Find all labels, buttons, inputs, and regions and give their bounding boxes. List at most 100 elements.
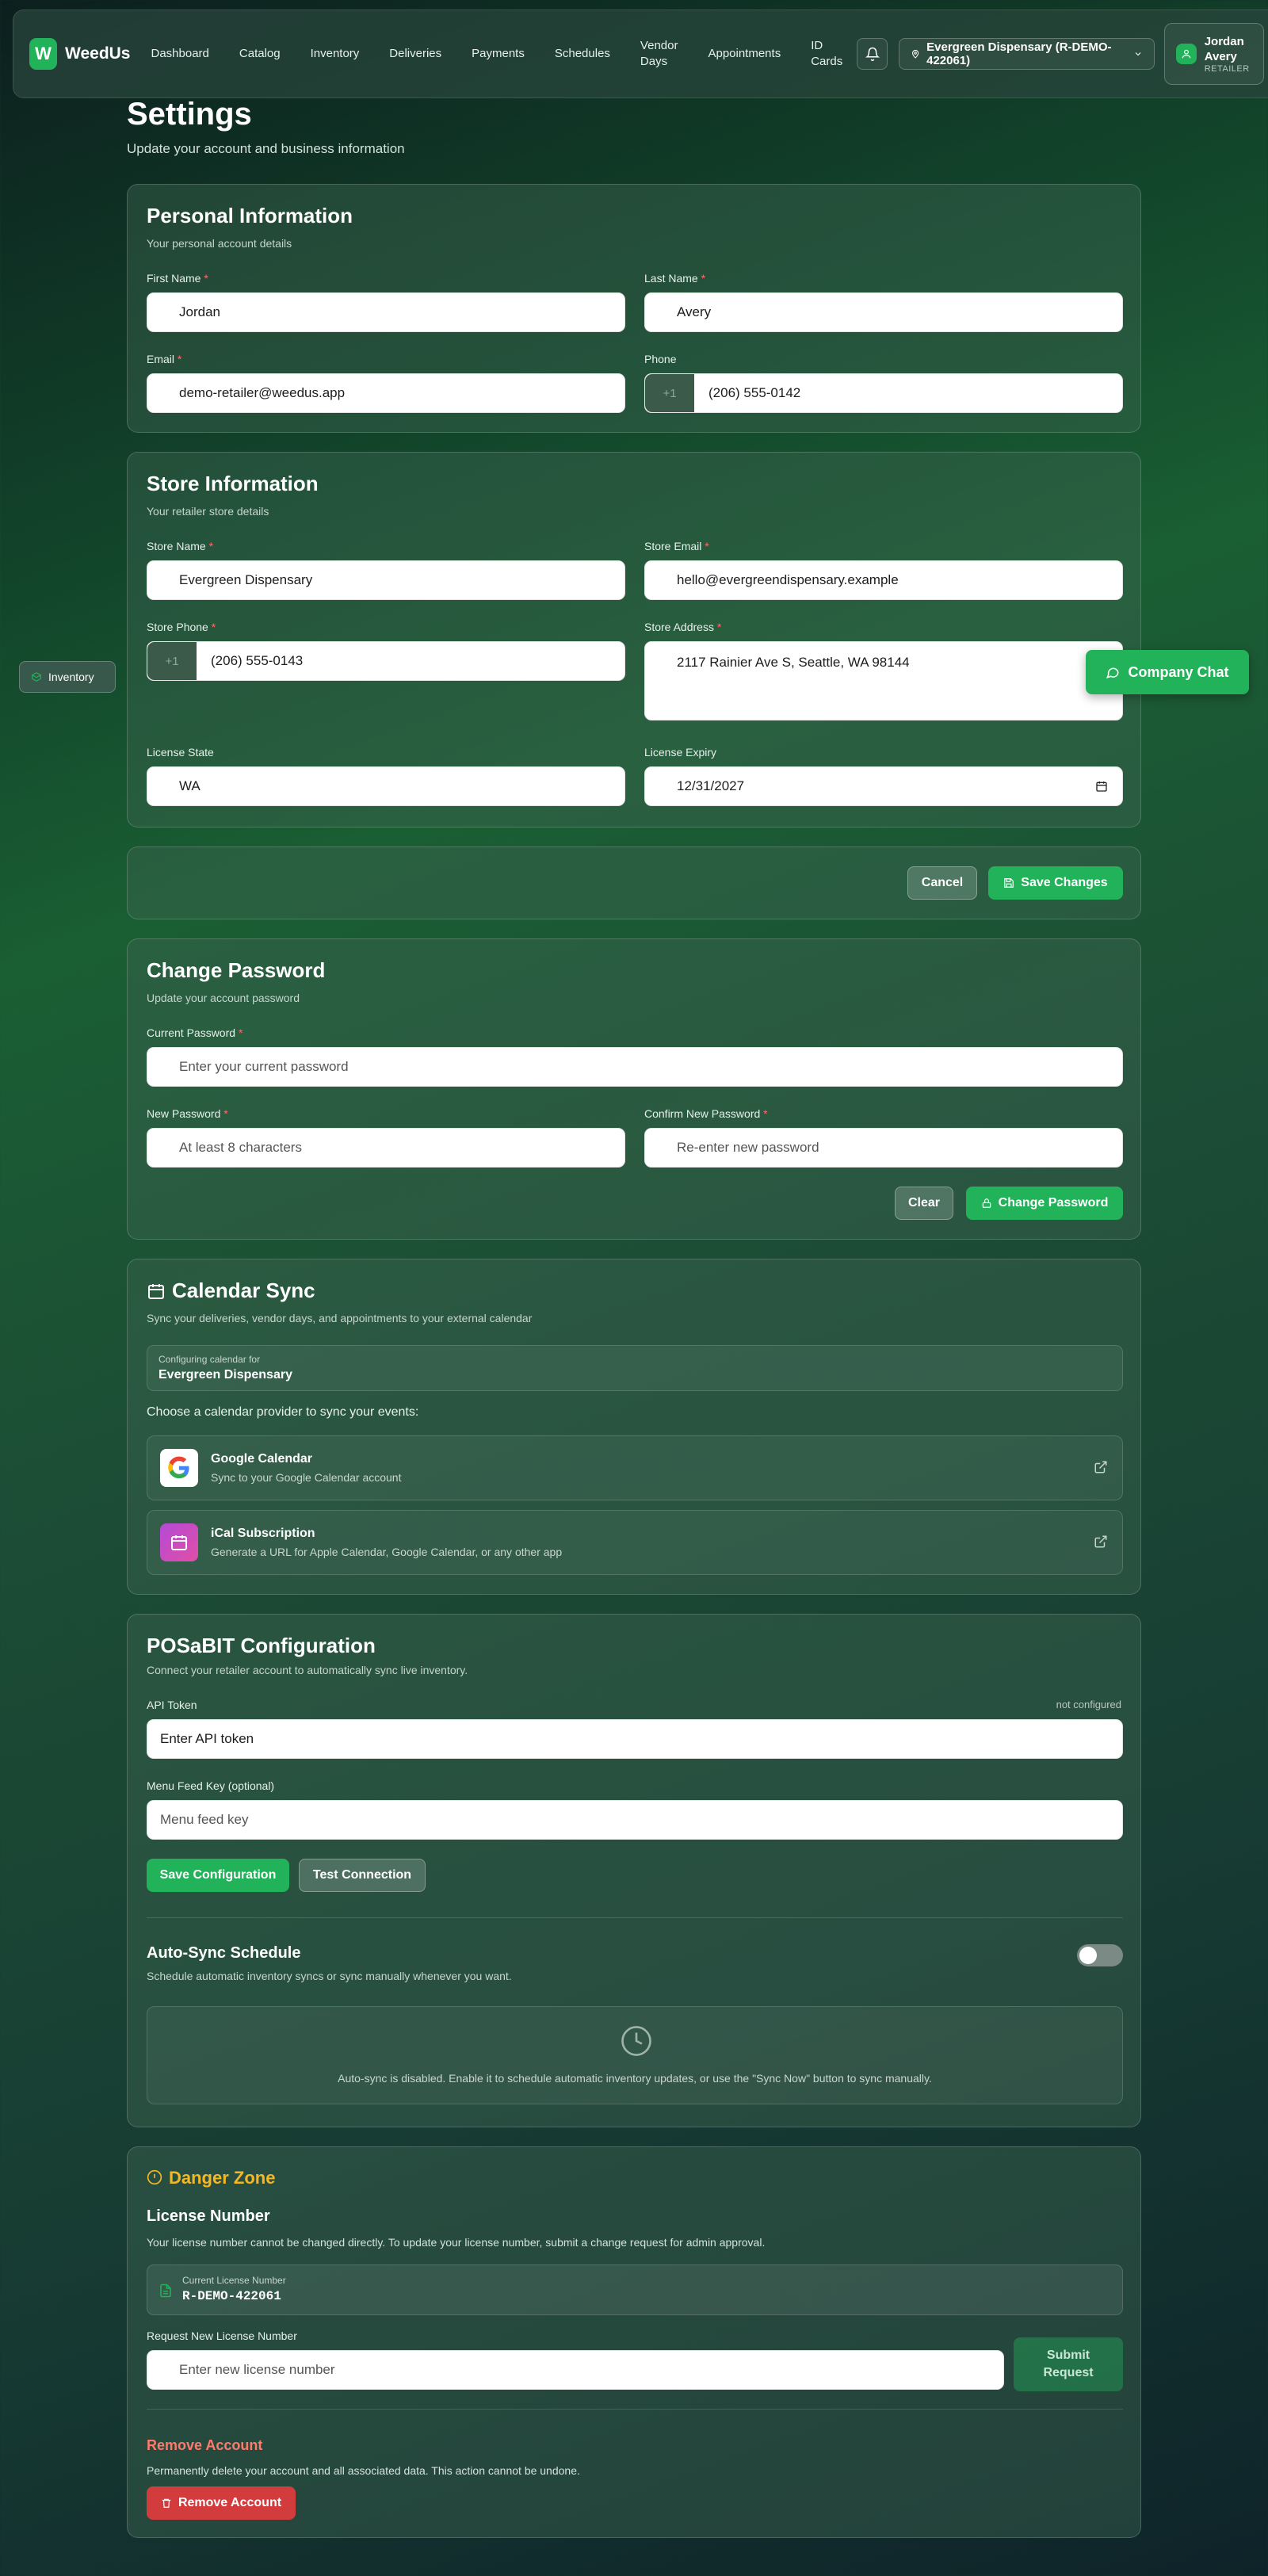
google-calendar-title: Google Calendar (211, 1452, 313, 1466)
store-address-textarea[interactable]: 2117 Rainier Ave S, Seattle, WA 98144 (644, 641, 1123, 720)
ical-icon (160, 1523, 198, 1561)
ical-title: iCal Subscription (211, 1527, 315, 1540)
ical-subscription-option[interactable]: iCal Subscription Generate a URL for App… (147, 1510, 1123, 1575)
posabit-subtitle: Connect your retailer account to automat… (147, 1664, 468, 1676)
license-expiry-label: License Expiry (644, 746, 717, 759)
remove-account-button[interactable]: Remove Account (147, 2486, 296, 2520)
personal-info-card: Personal Information Your personal accou… (127, 184, 1141, 433)
api-token-status: not configured (1056, 1699, 1121, 1710)
lock-icon (982, 1198, 991, 1208)
confirm-password-label: Confirm New Password * (644, 1107, 768, 1120)
api-token-label: API Token (147, 1699, 197, 1711)
brand-name[interactable]: WeedUs (65, 44, 130, 63)
store-address-label: Store Address * (644, 621, 722, 633)
user-menu[interactable]: Jordan Avery RETAILER (1163, 23, 1264, 85)
license-expiry-value: 12/31/2027 (677, 778, 745, 793)
api-token-input[interactable]: Enter API token (147, 1719, 1123, 1759)
danger-zone-title: Danger Zone (169, 2168, 276, 2188)
nav-schedules[interactable]: Schedules (555, 46, 610, 62)
current-license-label: Current License Number (182, 2275, 286, 2286)
phone-value: (206) 555-0142 (708, 385, 801, 400)
ical-subtitle: Generate a URL for Apple Calendar, Googl… (211, 1546, 563, 1558)
clear-password-button[interactable]: Clear (895, 1187, 953, 1220)
store-name-input[interactable]: Evergreen Dispensary (147, 560, 625, 600)
store-info-subtitle: Your retailer store details (147, 505, 269, 518)
email-input[interactable]: demo-retailer@weedus.app (147, 373, 625, 413)
danger-zone-card: Danger Zone License Number Your license … (127, 2146, 1141, 2538)
store-email-input[interactable]: hello@evergreendispensary.example (644, 560, 1123, 600)
nav-vendor-days[interactable]: Vendor Days (640, 38, 678, 70)
phone-label: Phone (644, 353, 677, 365)
form-actions-card: Cancel Save Changes (127, 847, 1141, 919)
company-chat-button[interactable]: Company Chat (1086, 650, 1249, 694)
current-password-input[interactable]: Enter your current password (147, 1047, 1123, 1087)
company-chat-label: Company Chat (1128, 663, 1229, 680)
email-label: Email * (147, 353, 182, 365)
nav-catalog[interactable]: Catalog (239, 46, 281, 62)
license-number-description: Your license number cannot be changed di… (147, 2236, 766, 2249)
nav-dashboard[interactable]: Dashboard (151, 46, 209, 62)
autosync-empty-state: Auto-sync is disabled. Enable it to sche… (147, 2006, 1123, 2104)
change-password-label: Change Password (998, 1196, 1109, 1210)
google-calendar-option[interactable]: Google Calendar Sync to your Google Cale… (147, 1435, 1123, 1500)
nav-payments[interactable]: Payments (472, 46, 525, 62)
first-name-input[interactable]: Jordan (147, 292, 625, 332)
remove-account-title: Remove Account (147, 2437, 263, 2453)
store-email-label: Store Email * (644, 540, 709, 552)
calendar-sync-card: Calendar Sync Sync your deliveries, vend… (127, 1259, 1141, 1595)
cancel-button[interactable]: Cancel (907, 866, 977, 900)
change-password-card: Change Password Update your account pass… (127, 938, 1141, 1240)
user-name: Jordan Avery (1204, 35, 1244, 63)
floating-inventory-label: Inventory (48, 671, 94, 683)
calendar-picker-icon[interactable] (1095, 780, 1108, 793)
nav-id-cards[interactable]: ID Cards (811, 38, 842, 70)
external-link-icon (1094, 1535, 1107, 1548)
calendar-config-value: Evergreen Dispensary (158, 1368, 292, 1382)
submit-request-button[interactable]: Submit Request (1014, 2337, 1123, 2391)
nav-inventory[interactable]: Inventory (311, 46, 360, 62)
notifications-button[interactable] (857, 38, 888, 70)
store-selector-label: Evergreen Dispensary (R-DEMO-422061) (926, 40, 1112, 67)
license-expiry-input[interactable]: 12/31/2027 (644, 766, 1123, 806)
page-title: Settings (127, 97, 252, 132)
new-password-input[interactable]: At least 8 characters (147, 1128, 625, 1168)
confirm-password-input[interactable]: Re-enter new password (644, 1128, 1123, 1168)
phone-input[interactable]: +1 (206) 555-0142 (644, 373, 1123, 413)
save-configuration-button[interactable]: Save Configuration (147, 1859, 289, 1892)
store-phone-value: (206) 555-0143 (211, 653, 304, 668)
nav-deliveries[interactable]: Deliveries (389, 46, 441, 62)
last-name-input[interactable]: Avery (644, 292, 1123, 332)
floating-inventory-button[interactable]: Inventory (19, 661, 116, 693)
menu-feed-key-input[interactable]: Menu feed key (147, 1800, 1123, 1840)
store-selector[interactable]: Evergreen Dispensary (R-DEMO-422061) (898, 38, 1155, 70)
change-password-title: Change Password (147, 958, 326, 982)
calendar-choose-label: Choose a calendar provider to sync your … (147, 1405, 419, 1419)
current-password-label: Current Password * (147, 1026, 243, 1039)
autosync-toggle[interactable] (1077, 1944, 1123, 1966)
top-navbar: W WeedUs Dashboard Catalog Inventory Del… (13, 10, 1268, 98)
last-name-label: Last Name * (644, 272, 706, 285)
change-password-subtitle: Update your account password (147, 992, 300, 1004)
brand-logo-letter: W (35, 44, 52, 63)
google-icon (160, 1449, 198, 1487)
store-info-title: Store Information (147, 472, 319, 495)
store-phone-input[interactable]: +1 (206) 555-0143 (147, 641, 625, 681)
store-phone-label: Store Phone * (147, 621, 216, 633)
chevron-down-icon (1135, 52, 1141, 56)
change-password-button[interactable]: Change Password (966, 1187, 1123, 1220)
user-role: RETAILER (1204, 64, 1250, 74)
license-number-title: License Number (147, 2207, 270, 2225)
new-password-label: New Password * (147, 1107, 228, 1120)
section-divider (147, 1917, 1123, 1918)
nav-appointments[interactable]: Appointments (708, 46, 781, 62)
license-state-input[interactable]: WA (147, 766, 625, 806)
chat-bubble-icon (1106, 667, 1119, 678)
posabit-title: POSaBIT Configuration (147, 1634, 376, 1657)
save-changes-button[interactable]: Save Changes (988, 866, 1123, 900)
bell-icon (865, 47, 880, 61)
request-license-input[interactable]: Enter new license number (147, 2350, 1004, 2390)
brand-logo[interactable]: W (29, 38, 58, 70)
test-connection-button[interactable]: Test Connection (299, 1859, 426, 1892)
request-license-label: Request New License Number (147, 2329, 297, 2342)
store-name-label: Store Name * (147, 540, 214, 552)
